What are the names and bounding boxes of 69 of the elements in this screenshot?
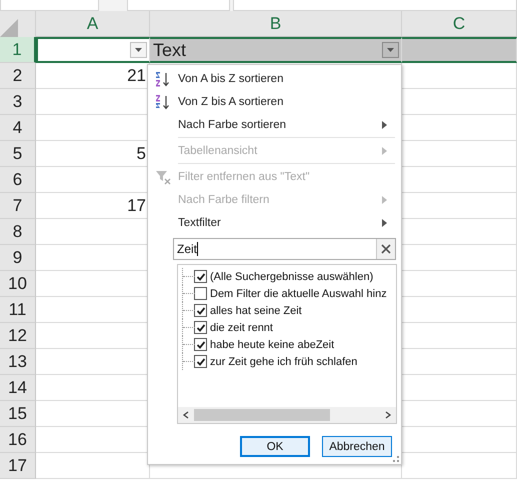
menu-item[interactable]: Von Z bis A sortieren	[148, 90, 401, 113]
value-label[interactable]: Dem Filter die aktuelle Auswahl hinz	[210, 288, 387, 300]
horizontal-scrollbar[interactable]	[178, 407, 396, 423]
submenu-arrow-icon	[382, 146, 387, 154]
row-header[interactable]: 5	[0, 141, 36, 167]
scrollbar-thumb[interactable]	[194, 409, 330, 421]
table-cell[interactable]	[402, 37, 517, 63]
row-header[interactable]: 12	[0, 323, 36, 349]
function-field[interactable]	[127, 0, 230, 11]
cell-text: 17	[127, 196, 147, 216]
checkbox[interactable]	[194, 338, 207, 351]
column-header[interactable]: A	[36, 11, 150, 37]
sort-descending-icon	[155, 94, 171, 110]
row-header[interactable]: 6	[0, 167, 36, 193]
menu-item[interactable]: Textfilter	[148, 211, 401, 234]
sort-ascending-icon	[155, 70, 171, 86]
cell-text: 5	[136, 144, 147, 164]
row-header[interactable]: 13	[0, 349, 36, 375]
caret-icon	[135, 48, 142, 52]
scroll-left-icon[interactable]	[182, 411, 190, 419]
scroll-right-icon[interactable]	[384, 411, 392, 419]
formula-field[interactable]	[233, 0, 517, 11]
column-header[interactable]: B	[150, 11, 402, 37]
resize-grip-icon[interactable]	[393, 456, 399, 462]
value-label[interactable]: alles hat seine Zeit	[210, 304, 302, 316]
column-header[interactable]: C	[402, 11, 517, 37]
caret-icon	[387, 48, 394, 52]
search-field[interactable]: Zeit	[173, 238, 396, 260]
row-header[interactable]: 4	[0, 115, 36, 141]
value-label[interactable]: (Alle Suchergebnisse auswählen)	[210, 270, 374, 282]
filter-dropdown-button[interactable]	[382, 42, 399, 58]
row-header[interactable]: 16	[0, 427, 36, 453]
menu-item[interactable]: Von A bis Z sortieren	[148, 67, 401, 90]
row-header[interactable]: 11	[0, 297, 36, 323]
cancel-button[interactable]: Abbrechen	[322, 436, 392, 457]
value-label[interactable]: die zeit rennt	[210, 322, 273, 334]
value-label[interactable]: zur Zeit gehe ich früh schlafen	[210, 356, 358, 368]
ok-button[interactable]: OK	[240, 436, 310, 457]
checkbox[interactable]	[194, 270, 207, 283]
submenu-arrow-icon	[382, 196, 387, 204]
clear-filter-icon	[155, 168, 171, 184]
clear-search-button[interactable]	[376, 239, 395, 259]
cell-text: 21	[127, 66, 147, 86]
corner-triangle-icon	[0, 19, 18, 37]
submenu-arrow-icon	[382, 120, 387, 128]
value-label[interactable]: habe heute keine abeZeit	[210, 338, 334, 350]
select-all-corner[interactable]	[0, 11, 36, 37]
table-cell[interactable]: Text	[150, 37, 402, 63]
checkbox[interactable]	[194, 304, 207, 317]
menu-item[interactable]: Nach Farbe sortieren	[148, 113, 401, 136]
row-header[interactable]: 8	[0, 219, 36, 245]
row-header[interactable]: 1	[0, 37, 36, 63]
row-header[interactable]: 10	[0, 271, 36, 297]
name-box-field[interactable]	[0, 0, 99, 11]
checkbox[interactable]	[194, 355, 207, 368]
checkbox[interactable]	[194, 321, 207, 334]
table-cell[interactable]	[36, 37, 150, 63]
checkbox[interactable]	[194, 287, 207, 300]
row-header[interactable]: 9	[0, 245, 36, 271]
submenu-arrow-icon	[382, 218, 387, 226]
row-header[interactable]: 15	[0, 401, 36, 427]
row-header[interactable]: 3	[0, 89, 36, 115]
close-icon	[381, 244, 391, 254]
cell-text: Text	[152, 40, 186, 60]
row-header[interactable]: 7	[0, 193, 36, 219]
filter-dropdown-button[interactable]	[130, 42, 147, 58]
row-header[interactable]: 2	[0, 63, 36, 89]
row-header[interactable]: 17	[0, 453, 36, 479]
row-header[interactable]: 14	[0, 375, 36, 401]
